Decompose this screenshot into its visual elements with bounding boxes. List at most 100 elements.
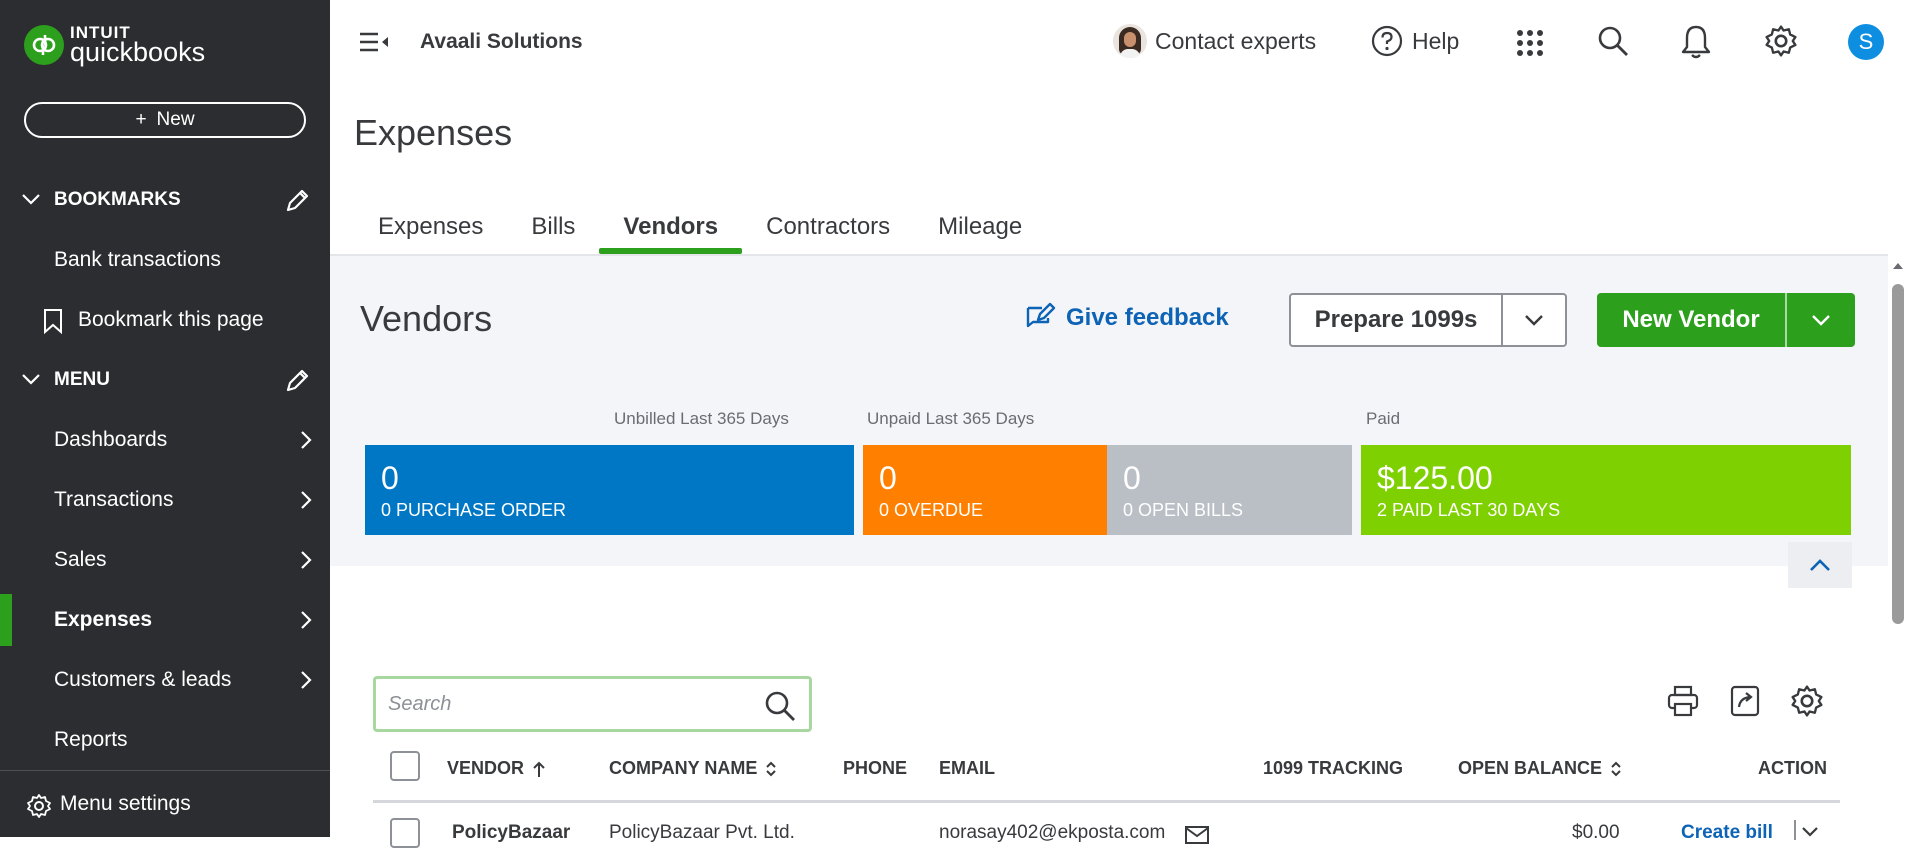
new-vendor-dropdown[interactable]: [1787, 293, 1855, 347]
edit-pencil-icon[interactable]: [284, 188, 310, 214]
column-header-open-balance[interactable]: OPEN BALANCE: [1458, 758, 1622, 779]
email-envelope-icon[interactable]: [1184, 825, 1210, 845]
vendor-search-input[interactable]: [388, 689, 748, 719]
chevron-right-icon: [301, 671, 312, 689]
tab-bills[interactable]: Bills: [507, 200, 599, 254]
new-vendor-label[interactable]: New Vendor: [1597, 293, 1787, 347]
tab-expenses[interactable]: Expenses: [354, 200, 507, 254]
bookmark-icon: [44, 309, 62, 334]
export-icon[interactable]: [1728, 684, 1762, 718]
sort-both-icon: [766, 761, 777, 776]
scrollbar-thumb[interactable]: [1892, 284, 1904, 624]
print-icon[interactable]: [1666, 684, 1700, 718]
column-header-vendor[interactable]: VENDOR: [447, 758, 546, 779]
purchase-order-count: 0 PURCHASE ORDER: [381, 500, 567, 520]
sidebar-item-label: Bookmark this page: [78, 308, 264, 331]
table-header-divider: [373, 800, 1840, 803]
purchase-order-amount: 0: [381, 460, 399, 496]
paid-amount: $125.00: [1377, 460, 1493, 496]
row-company-name: PolicyBazaar Pvt. Ltd.: [609, 822, 795, 843]
new-button[interactable]: + New: [24, 102, 306, 138]
overdue-count: 0 OVERDUE: [879, 500, 984, 520]
row-open-balance: $0.00: [1572, 822, 1620, 843]
open-bills-amount: 0: [1123, 460, 1141, 496]
row-checkbox[interactable]: [390, 818, 420, 848]
vendor-search-field[interactable]: [373, 676, 812, 732]
contact-experts-button[interactable]: Contact experts: [1113, 24, 1316, 58]
sidebar-item-reports[interactable]: Reports: [0, 714, 330, 766]
help-button[interactable]: Help: [1370, 24, 1459, 58]
page-title: Expenses: [354, 112, 513, 153]
bookmarks-section-header[interactable]: BOOKMARKS: [0, 180, 330, 220]
column-header-open-balance-label: OPEN BALANCE: [1458, 758, 1603, 778]
open-bills-block[interactable]: 0 0 OPEN BILLS: [1107, 445, 1352, 535]
company-name[interactable]: Avaali Solutions: [420, 30, 583, 54]
sidebar-item-dashboards[interactable]: Dashboards: [0, 414, 330, 466]
table-settings-gear-icon[interactable]: [1790, 684, 1824, 718]
overdue-block[interactable]: 0 0 OVERDUE: [863, 445, 1107, 535]
sidebar-item-label: Bank transactions: [54, 248, 221, 271]
search-icon[interactable]: [1596, 24, 1630, 58]
edit-pencil-icon[interactable]: [284, 368, 310, 394]
open-bills-count: 0 OPEN BILLS: [1123, 500, 1244, 520]
settings-gear-icon[interactable]: [1764, 24, 1798, 58]
chevron-right-icon: [301, 551, 312, 569]
paid-label: Paid: [1366, 409, 1401, 428]
tab-bar: Expenses Bills Vendors Contractors Milea…: [354, 200, 1046, 254]
new-vendor-button[interactable]: New Vendor: [1597, 293, 1855, 347]
sidebar-item-bank-transactions[interactable]: Bank transactions: [0, 234, 330, 286]
paid-block[interactable]: $125.00 2 PAID LAST 30 DAYS: [1361, 445, 1851, 535]
notifications-bell-icon[interactable]: [1680, 24, 1712, 60]
column-header-vendor-label: VENDOR: [447, 758, 525, 778]
collapse-menu-icon[interactable]: [358, 30, 390, 54]
tab-contractors[interactable]: Contractors: [742, 200, 914, 254]
sidebar-item-expenses[interactable]: Expenses: [0, 594, 330, 646]
apps-grid-icon[interactable]: [1516, 29, 1544, 57]
sidebar-item-bookmark-page[interactable]: Bookmark this page: [0, 294, 330, 346]
give-feedback-link[interactable]: Give feedback: [1024, 302, 1229, 334]
action-divider: [1794, 820, 1796, 840]
user-avatar-initial: S: [1858, 29, 1874, 54]
help-label: Help: [1412, 27, 1460, 54]
column-header-1099-tracking: 1099 TRACKING: [1263, 758, 1404, 778]
chevron-right-icon: [301, 431, 312, 449]
chevron-right-icon: [301, 491, 312, 509]
purchase-order-block[interactable]: 0 0 PURCHASE ORDER: [365, 445, 854, 535]
row-create-bill-link[interactable]: Create bill: [1681, 822, 1773, 844]
gear-icon: [27, 794, 51, 818]
menu-settings-button[interactable]: Menu settings: [0, 770, 330, 837]
column-header-phone: PHONE: [843, 758, 908, 778]
row-action-chevron-down-icon[interactable]: [1800, 826, 1820, 838]
sidebar-item-label: Sales: [54, 548, 107, 571]
feedback-icon: [1026, 302, 1056, 328]
chevron-down-icon: [22, 194, 40, 205]
sidebar-item-customers-leads[interactable]: Customers & leads: [0, 654, 330, 706]
prepare-1099s-button[interactable]: Prepare 1099s: [1289, 293, 1567, 347]
chevron-down-icon: [1525, 315, 1543, 326]
sidebar-item-label: Dashboards: [54, 428, 168, 451]
scroll-up-arrow-icon[interactable]: [1892, 262, 1904, 270]
prepare-1099s-dropdown[interactable]: [1503, 295, 1565, 345]
paid-count: 2 PAID LAST 30 DAYS: [1377, 500, 1561, 520]
collapse-summary-button[interactable]: [1788, 542, 1852, 588]
sidebar-item-label: Transactions: [54, 488, 174, 511]
select-all-checkbox[interactable]: [390, 751, 420, 781]
tab-mileage[interactable]: Mileage: [914, 200, 1046, 254]
menu-section-header[interactable]: MENU: [0, 360, 330, 400]
page-scrollbar[interactable]: [1888, 254, 1908, 837]
column-header-company-label: COMPANY NAME: [609, 758, 758, 778]
column-header-company[interactable]: COMPANY NAME: [609, 758, 777, 779]
tab-vendors[interactable]: Vendors: [599, 200, 742, 254]
sidebar-item-label: Reports: [54, 728, 128, 751]
search-icon[interactable]: [763, 689, 797, 723]
prepare-1099s-label[interactable]: Prepare 1099s: [1291, 295, 1503, 345]
chevron-up-icon: [1810, 559, 1830, 571]
row-vendor-name[interactable]: PolicyBazaar: [452, 822, 570, 844]
qb-logo-icon: [24, 25, 64, 65]
sidebar-item-transactions[interactable]: Transactions: [0, 474, 330, 526]
row-email: norasay402@ekposta.com: [939, 822, 1166, 843]
quickbooks-logo[interactable]: INTUIT quickbooks: [24, 24, 205, 66]
unbilled-label: Unbilled Last 365 Days: [614, 409, 789, 428]
user-avatar[interactable]: S: [1848, 24, 1884, 60]
sidebar-item-sales[interactable]: Sales: [0, 534, 330, 586]
